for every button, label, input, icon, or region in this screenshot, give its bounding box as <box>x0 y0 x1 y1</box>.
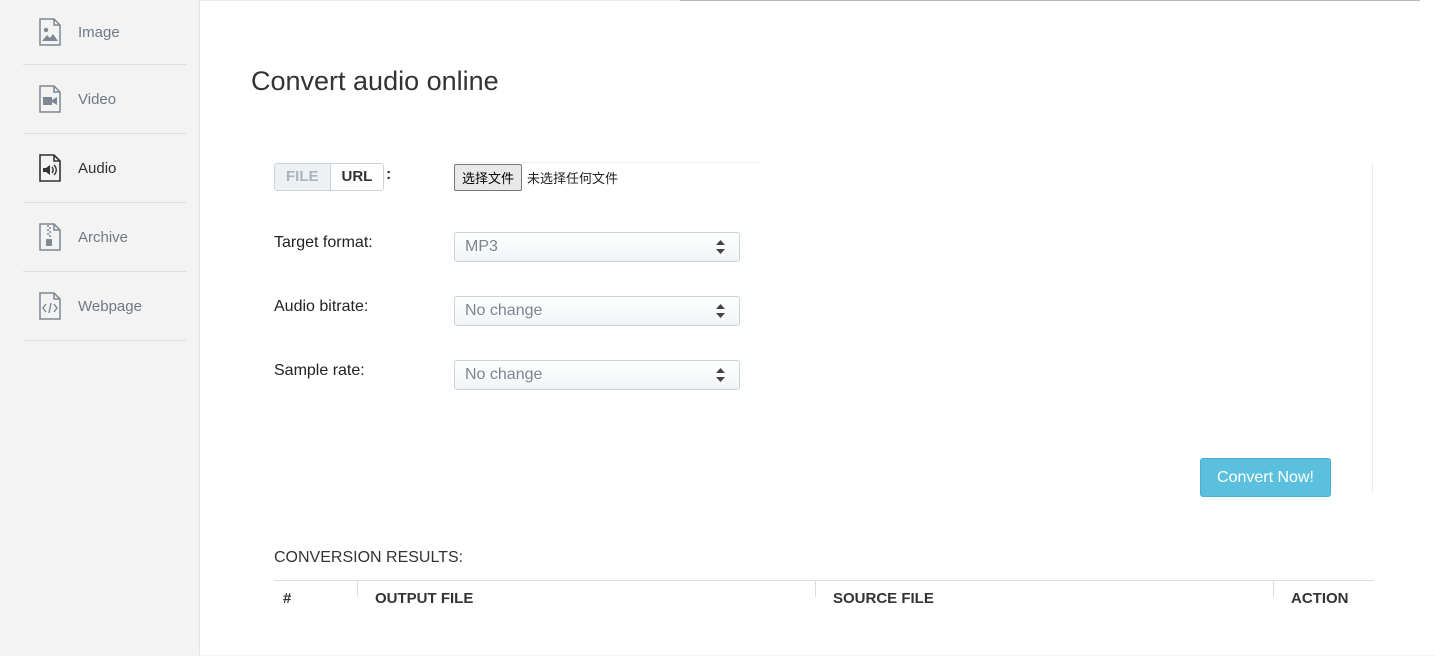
main-content: Convert audio online FILE URL : 选择文件 未选择… <box>200 0 1435 655</box>
file-status-text: 未选择任何文件 <box>527 171 619 187</box>
page-title: Convert audio online <box>251 66 499 96</box>
column-separator <box>815 581 816 597</box>
column-separator <box>357 581 358 597</box>
select-value: MP3 <box>465 238 498 255</box>
select-arrows-icon <box>716 368 725 382</box>
sample-rate-label: Sample rate: <box>274 362 365 379</box>
sidebar-item-label: Archive <box>78 228 129 246</box>
file-input: 选择文件 未选择任何文件 <box>453 163 761 191</box>
sidebar-item-webpage[interactable]: Webpage <box>23 272 186 341</box>
results-table: # OUTPUT FILE SOURCE FILE ACTION <box>274 580 1374 656</box>
column-separator <box>1273 581 1274 597</box>
code-file-icon <box>38 292 62 320</box>
sidebar-item-label: Image <box>78 23 120 41</box>
select-arrows-icon <box>716 304 725 318</box>
sample-rate-select[interactable]: No change <box>454 360 740 390</box>
sidebar-item-archive[interactable]: Archive <box>23 203 186 272</box>
image-file-icon <box>38 18 62 46</box>
target-format-select[interactable]: MP3 <box>454 232 740 262</box>
audio-file-icon <box>38 154 62 182</box>
select-value: No change <box>465 302 543 319</box>
select-arrows-icon <box>716 240 725 254</box>
target-format-label: Target format: <box>274 234 373 251</box>
sidebar-item-image[interactable]: Image <box>23 0 186 65</box>
sidebar-item-label: Audio <box>78 159 117 177</box>
toggle-colon: : <box>386 166 392 183</box>
choose-file-button[interactable]: 选择文件 <box>454 163 523 191</box>
column-header-output-file: OUTPUT FILE <box>375 590 474 607</box>
sidebar-item-audio[interactable]: Audio <box>23 134 222 203</box>
sidebar-item-video[interactable]: Video <box>23 65 186 134</box>
convert-now-button[interactable]: Convert Now! <box>1200 458 1331 497</box>
progress-bar-track <box>200 0 680 1</box>
url-tab[interactable]: URL <box>331 164 384 190</box>
column-header-action: ACTION <box>1291 590 1349 607</box>
audio-bitrate-select[interactable]: No change <box>454 296 740 326</box>
sidebar: Image Video Audio Archive Webpage <box>0 0 222 655</box>
sidebar-item-label: Webpage <box>78 297 142 315</box>
archive-file-icon <box>38 223 62 251</box>
column-header-number: # <box>283 590 292 607</box>
source-toggle: FILE URL <box>274 163 385 191</box>
audio-bitrate-label: Audio bitrate: <box>274 298 369 315</box>
select-value: No change <box>465 366 543 383</box>
column-header-source-file: SOURCE FILE <box>833 590 934 607</box>
panel-divider <box>1372 163 1373 493</box>
file-tab[interactable]: FILE <box>275 164 331 190</box>
sidebar-nav: Image Video Audio Archive Webpage <box>23 0 222 341</box>
sidebar-item-label: Video <box>78 90 117 108</box>
top-divider <box>680 0 1420 1</box>
results-title: CONVERSION RESULTS: <box>274 549 464 566</box>
video-file-icon <box>38 85 62 113</box>
